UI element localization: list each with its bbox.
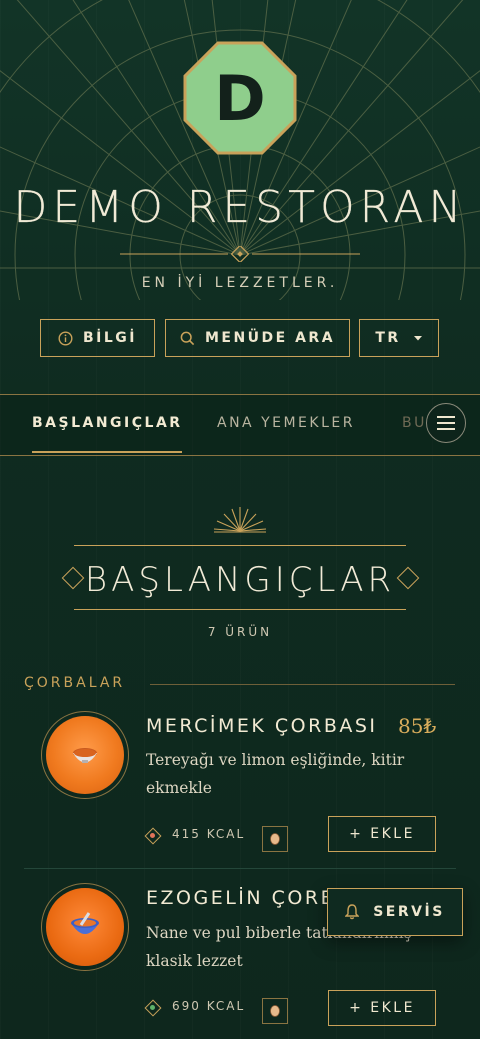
caret-down-icon <box>413 336 422 341</box>
category-tabs: BAŞLANGIÇLAR ANA YEMEKLER BU <box>0 394 480 456</box>
service-call-button[interactable]: SERVİS <box>327 888 463 936</box>
tagline: EN İYİ LEZZETLER. <box>141 275 339 291</box>
service-button-label: SERVİS <box>373 904 445 920</box>
language-selector[interactable]: TR <box>359 319 439 357</box>
tab-partial[interactable]: BU <box>402 415 427 431</box>
subcategory-title: ÇORBALAR <box>24 675 126 691</box>
item-name: EZOGELİN ÇORB <box>146 887 337 909</box>
allergen-icon[interactable] <box>262 998 288 1024</box>
item-image[interactable] <box>41 711 129 799</box>
item-price: 85₺ <box>398 714 437 738</box>
ornament-divider <box>120 246 360 262</box>
hamburger-menu-button[interactable] <box>426 403 466 443</box>
bowl-icon <box>73 748 97 763</box>
info-button[interactable]: BİLGİ <box>40 319 155 357</box>
info-button-label: BİLGİ <box>82 330 137 346</box>
logo-badge: D <box>183 41 297 155</box>
hamburger-menu-icon <box>437 416 455 430</box>
page: D DEMO RESTORAN EN İYİ LEZZETLER. BİLGİ … <box>0 0 480 1039</box>
add-button[interactable]: + EKLE <box>328 990 436 1026</box>
hero-header: D DEMO RESTORAN EN İYİ LEZZETLER. <box>0 0 480 300</box>
bell-icon <box>345 904 360 920</box>
restaurant-name: DEMO RESTORAN <box>13 182 467 233</box>
item-count: 7 ÜRÜN <box>207 625 273 639</box>
item-kcal: 690 KCAL <box>172 999 246 1013</box>
search-icon <box>180 331 195 345</box>
kcal-dot <box>150 1005 155 1010</box>
bowl-icon <box>71 912 99 934</box>
item-kcal: 415 KCAL <box>172 827 246 841</box>
section-bottom-rule <box>74 609 406 610</box>
menu-search-button[interactable]: MENÜDE ARA <box>165 319 350 357</box>
section-sunburst-icon <box>213 507 267 533</box>
active-tab-indicator <box>32 451 182 453</box>
tab-baslangiclar[interactable]: BAŞLANGIÇLAR <box>32 415 183 431</box>
menu-search-label: MENÜDE ARA <box>204 330 336 346</box>
allergen-icon[interactable] <box>262 826 288 852</box>
language-label: TR <box>375 330 401 346</box>
item-description: Tereyağı ve limon eşliğinde, kitir ekmek… <box>146 751 405 797</box>
kcal-dot <box>150 833 155 838</box>
item-image[interactable] <box>41 883 129 971</box>
item-separator <box>24 868 456 869</box>
info-icon <box>58 330 73 346</box>
item-name: MERCİMEK ÇORBASI <box>146 715 378 737</box>
subcategory-rule <box>150 684 455 685</box>
section-top-rule <box>74 545 406 546</box>
add-button[interactable]: + EKLE <box>328 816 436 852</box>
logo-letter: D <box>214 61 266 135</box>
tab-ana-yemekler[interactable]: ANA YEMEKLER <box>217 415 355 431</box>
